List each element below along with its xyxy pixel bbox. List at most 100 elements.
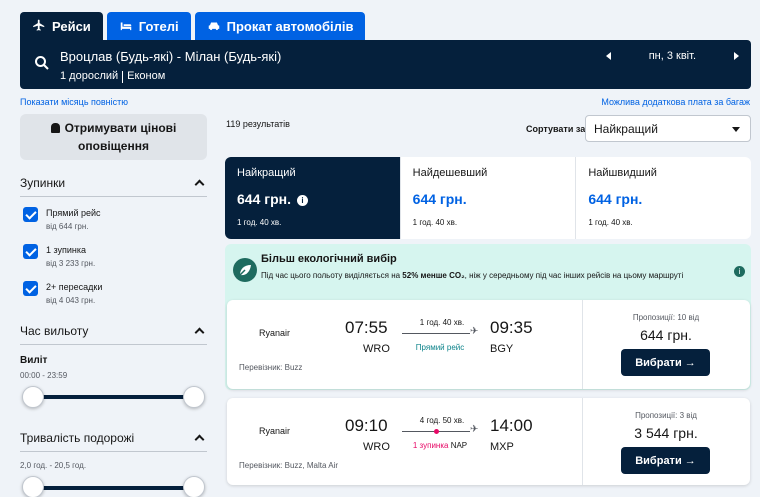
info-icon[interactable]: i	[734, 266, 745, 277]
eco-description: Під час цього польоту виділяється на 52%…	[261, 269, 711, 282]
divider	[122, 71, 124, 83]
baggage-fee-link[interactable]: Можлива додаткова плата за багаж	[601, 97, 750, 107]
date-navigator: пн, 3 квіт.	[605, 50, 739, 62]
sort-tab-duration: 1 год. 40 хв.	[588, 218, 633, 227]
bed-icon	[120, 22, 132, 31]
duration-range: 2,0 год. - 20,5 год.	[20, 461, 87, 470]
sort-tab-best[interactable]: Найкращий 644 грн. i 1 год. 40 хв.	[225, 157, 400, 239]
cabin-class: Економ	[127, 70, 166, 82]
flight-result-card[interactable]: Ryanair Перевізник: Buzz 07:55 WRO 1 год…	[227, 300, 750, 389]
direct-checkbox[interactable]	[23, 207, 38, 222]
stop-price: від 644 грн.	[46, 222, 89, 231]
one-stop-checkbox[interactable]	[23, 244, 38, 259]
caret-down-icon	[732, 127, 740, 132]
tab-flights-label: Рейси	[52, 18, 91, 34]
offers-count: Пропозиції: 10 від	[632, 313, 700, 322]
sort-label: Сортувати за	[526, 124, 586, 134]
next-date-icon[interactable]	[734, 52, 739, 60]
price-alert-button[interactable]: Отримувати цінові оповіщення	[20, 114, 207, 160]
info-icon[interactable]: i	[296, 195, 308, 206]
arrival-airport: BGY	[490, 343, 514, 355]
duration-slider-max-handle[interactable]	[183, 476, 205, 497]
departure-filter-header[interactable]: Час вильоту	[20, 324, 207, 338]
sort-tab-name: Найкращий	[237, 167, 296, 179]
tab-flights[interactable]: Рейси	[20, 12, 103, 40]
stops-info: Прямий рейс	[415, 343, 465, 352]
previous-date-icon[interactable]	[605, 52, 611, 60]
stops-count: 1 зупинка	[412, 441, 449, 450]
tab-car-hire[interactable]: Прокат автомобілів	[194, 12, 366, 40]
eco-text-highlight: 52% менше CO₂	[402, 271, 465, 280]
chevron-up-icon[interactable]	[194, 179, 205, 190]
stop-option-direct[interactable]: Прямий рейс від 644 грн.	[23, 207, 101, 233]
duration-slider-min-handle[interactable]	[22, 476, 44, 497]
sort-tab-price: 644 грн.	[588, 191, 643, 207]
departure-airport: WRO	[363, 343, 390, 355]
price-value: 644 грн.	[237, 191, 291, 207]
sort-tab-fastest[interactable]: Найшвидший 644 грн. 1 год. 40 хв.	[575, 157, 751, 239]
departure-time: 09:10	[345, 416, 388, 435]
select-flight-button[interactable]: Вибрати →	[621, 447, 710, 474]
duration-slider-track[interactable]	[33, 486, 194, 490]
flight-price: 3 544 грн.	[634, 425, 698, 441]
divider	[20, 344, 207, 345]
airline-name: Ryanair	[259, 426, 291, 436]
departure-slider-track[interactable]	[33, 395, 194, 399]
sort-value: Найкращий	[594, 122, 658, 136]
tab-hotels[interactable]: Готелі	[106, 12, 191, 40]
search-icon[interactable]	[34, 55, 50, 71]
stop-label: 2+ пересадки	[46, 282, 103, 292]
stop-label: 1 зупинка	[46, 245, 87, 255]
chevron-up-icon[interactable]	[194, 327, 205, 338]
airline-name: Ryanair	[259, 328, 291, 338]
stop-airport: NAP	[450, 441, 468, 450]
operated-by: Перевізник: Buzz, Malta Air	[239, 461, 338, 470]
duration-title: Тривалість подорожі	[20, 431, 135, 445]
arrival-airport: MXP	[490, 441, 514, 453]
route-text: Вроцлав (Будь-які) - Мілан (Будь-які)	[60, 49, 282, 64]
plane-icon: ✈	[470, 424, 479, 435]
departure-slider-max-handle[interactable]	[183, 386, 205, 408]
stop-label: Прямий рейс	[46, 208, 101, 218]
leaf-icon	[233, 258, 257, 282]
duration-filter-header[interactable]: Тривалість подорожі	[20, 431, 207, 445]
arrival-time: 14:00	[490, 416, 533, 435]
departure-slider-min-handle[interactable]	[22, 386, 44, 408]
stops-title: Зупинки	[20, 176, 66, 190]
vertical-tabs: Рейси Готелі Прокат автомобілів	[20, 12, 366, 40]
arrival-time: 09:35	[490, 318, 533, 337]
two-plus-checkbox[interactable]	[23, 281, 38, 296]
chevron-up-icon[interactable]	[194, 434, 205, 445]
sort-tab-cheapest[interactable]: Найдешевший 644 грн. 1 год. 40 хв.	[399, 157, 576, 239]
selected-date[interactable]: пн, 3 квіт.	[649, 50, 696, 62]
stop-option-two-plus[interactable]: 2+ пересадки від 4 043 грн.	[23, 281, 102, 307]
car-icon	[208, 22, 219, 31]
departure-title: Час вильоту	[20, 324, 89, 338]
route-line	[402, 333, 470, 334]
sort-tab-name: Найдешевший	[412, 167, 488, 179]
flight-result-card[interactable]: Ryanair Перевізник: Buzz, Malta Air 09:1…	[227, 398, 750, 485]
outbound-range: 00:00 - 23:59	[20, 371, 68, 380]
operated-by: Перевізник: Buzz	[239, 363, 303, 372]
sort-dropdown[interactable]: Найкращий	[585, 115, 751, 142]
stops-filter-header[interactable]: Зупинки	[20, 176, 207, 190]
show-full-month-link[interactable]: Показати місяць повністю	[20, 97, 128, 107]
departure-time: 07:55	[345, 318, 388, 337]
flight-price: 644 грн.	[640, 327, 692, 343]
passenger-summary: 1 дорослий Економ	[60, 70, 165, 83]
stop-price: від 4 043 грн.	[46, 296, 96, 305]
select-flight-button[interactable]: Вибрати →	[621, 349, 710, 376]
stop-price: від 3 233 грн.	[46, 259, 96, 268]
stop-dot	[434, 429, 439, 434]
search-summary-bar[interactable]: Вроцлав (Будь-які) - Мілан (Будь-які) 1 …	[20, 40, 751, 89]
offers-count: Пропозиції: 3 від	[635, 411, 697, 420]
eco-title: Більш екологічний вибір	[261, 253, 397, 265]
sort-tab-price: 644 грн. i	[237, 191, 388, 207]
plane-icon	[33, 19, 45, 31]
divider	[20, 196, 207, 197]
sort-tabs: Найкращий 644 грн. i 1 год. 40 хв. Найдеш…	[225, 157, 751, 239]
results-count: 119 результатів	[226, 119, 290, 129]
stop-option-one-stop[interactable]: 1 зупинка від 3 233 грн.	[23, 244, 95, 270]
outbound-label: Виліт	[20, 355, 48, 366]
divider	[20, 451, 207, 452]
